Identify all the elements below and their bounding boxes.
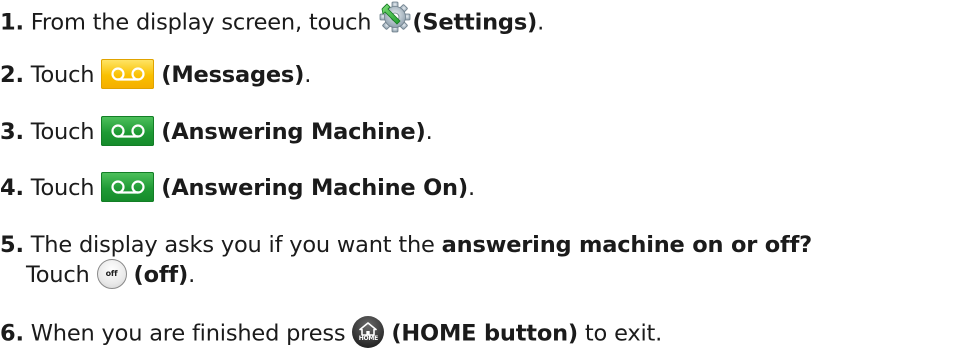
step-text: When you are finished press [23,320,353,347]
step-label: (Answering Machine) [161,119,426,145]
step-text-after: . [304,62,312,88]
step-number: 1. [0,9,24,36]
step-label: (HOME button) [391,320,578,347]
step-3: 3. Touch (Answering Machine). [0,115,433,148]
messages-icon [101,58,155,89]
step-number: 6. [0,320,24,347]
step-4: 4. Touch (Answering Machine On). [0,171,475,204]
step-number: 5. [0,232,24,258]
step-text-after: to exit. [577,320,663,347]
step-2: 2. Touch (Messages). [0,58,312,91]
settings-icon [378,0,412,42]
step-1: 1. From the display screen, touch (Setti… [0,0,545,44]
step-text-after: . [425,119,433,145]
step-text: Touch [23,62,102,88]
step-text: Touch [26,262,97,288]
step-text: From the display screen, touch [23,9,379,36]
step-text: Touch [23,175,102,201]
step-5: 5. The display asks you if you want the … [0,230,812,291]
home-button-icon: HOME [352,316,385,348]
step-number: 2. [0,62,24,88]
home-button-text: HOME [358,335,379,342]
step-label: (Messages) [161,62,305,88]
step-bold-text: answering machine on or off? [441,232,813,258]
step-5-line-2: Touch off (off). [0,258,812,291]
step-text-after: . [537,9,545,36]
answering-machine-icon [101,115,155,146]
step-text-after: . [467,175,475,201]
step-label: (Settings) [412,9,538,36]
step-number: 3. [0,119,24,145]
step-label: (Answering Machine On) [161,175,468,201]
off-button-icon: off [96,258,127,289]
answering-machine-on-icon [101,171,155,202]
step-6: 6. When you are finished press HOME (HOM… [0,316,663,350]
step-number: 4. [0,175,24,201]
step-label: (off) [133,262,189,288]
step-text: Touch [23,119,102,145]
step-text-after: . [188,262,196,288]
step-text: The display asks you if you want the [23,232,442,258]
instruction-steps: 1. From the display screen, touch (Setti… [0,0,954,355]
